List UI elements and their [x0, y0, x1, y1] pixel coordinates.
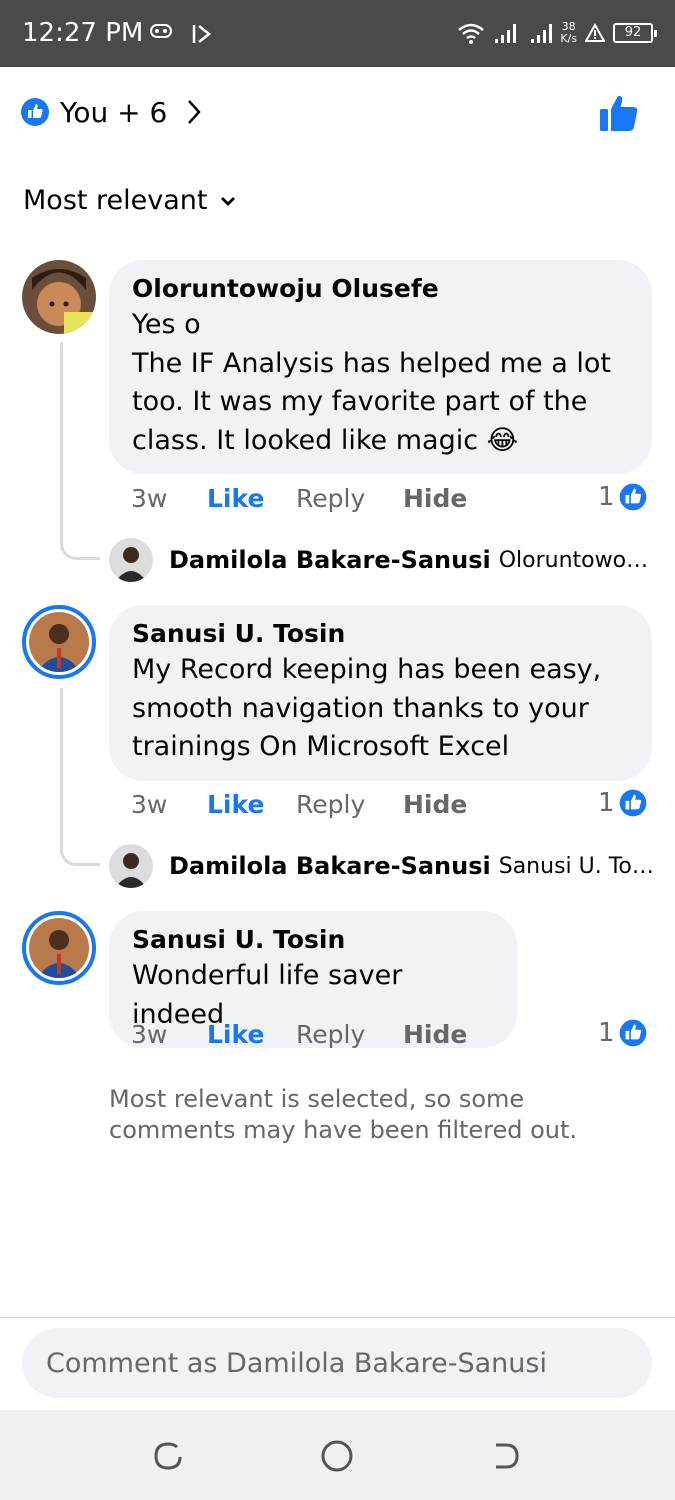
reactions-summary[interactable]: You + 6: [20, 92, 203, 132]
home-icon[interactable]: [319, 1438, 355, 1474]
avatar: [109, 844, 153, 888]
chevron-down-icon: [220, 196, 235, 206]
recent-apps-icon[interactable]: [150, 1438, 186, 1474]
battery-icon: 92: [613, 23, 657, 43]
divider: [0, 1317, 675, 1318]
comment-actions: 3w Like Reply Hide: [131, 786, 467, 822]
alert-icon: [585, 23, 605, 42]
sort-dropdown[interactable]: Most relevant: [23, 185, 236, 216]
reply-snippet: Sanusi U. Tosin...: [498, 853, 654, 879]
hide-button[interactable]: Hide: [403, 484, 467, 513]
comment-text: My Record keeping has been easy, smooth …: [132, 654, 602, 762]
comment-actions: 3w Like Reply Hide: [131, 480, 467, 516]
like-reaction-icon: [617, 1017, 649, 1049]
like-post-button[interactable]: [598, 92, 640, 134]
reply-button[interactable]: Reply: [296, 1020, 403, 1049]
like-reaction-icon: [617, 481, 649, 513]
comment-bubble[interactable]: Oloruntowoju Olusefe Yes o The IF Analys…: [109, 260, 652, 474]
like-reaction-icon: [21, 98, 49, 126]
sort-label: Most relevant: [23, 185, 208, 216]
gamepad-icon: [150, 24, 172, 38]
system-nav-bar: [0, 1410, 675, 1500]
reply-author: Damilola Bakare-Sanusi: [169, 546, 491, 574]
reply-button[interactable]: Reply: [296, 790, 403, 819]
thread-line: [60, 342, 100, 560]
reply-author: Damilola Bakare-Sanusi: [169, 852, 491, 880]
comment-actions: 3w Like Reply Hide: [131, 1016, 467, 1052]
media-arrow-icon: [192, 25, 212, 43]
hide-button[interactable]: Hide: [403, 1020, 467, 1049]
reply-snippet: Oloruntowoju Ol...: [498, 547, 654, 573]
signal-icon: [495, 24, 517, 43]
comment-time[interactable]: 3w: [131, 790, 207, 819]
like-button[interactable]: Like: [207, 484, 296, 513]
reply-preview[interactable]: Damilola Bakare-Sanusi Oloruntowoju Ol..…: [109, 537, 654, 583]
filter-note: Most relevant is selected, so some comme…: [109, 1085, 578, 1144]
status-bar: 12:27 PM 38 K/s 92: [0, 0, 675, 67]
like-reaction-icon: [617, 787, 649, 819]
status-time: 12:27 PM: [22, 18, 144, 48]
reply-button[interactable]: Reply: [296, 484, 403, 513]
avatar: [109, 538, 153, 582]
avatar[interactable]: [22, 260, 96, 334]
comment-text: Yes o The IF Analysis has helped me a lo…: [132, 309, 611, 456]
avatar[interactable]: [22, 605, 96, 679]
comment-author[interactable]: Sanusi U. Tosin: [132, 617, 630, 651]
comment-time[interactable]: 3w: [131, 484, 207, 513]
thread-line: [60, 688, 100, 866]
like-button[interactable]: Like: [207, 1020, 296, 1049]
avatar[interactable]: [22, 911, 96, 985]
like-button[interactable]: Like: [207, 790, 296, 819]
reaction-count[interactable]: 1: [598, 1015, 649, 1051]
reaction-count[interactable]: 1: [598, 785, 649, 821]
reactions-count: You + 6: [60, 95, 168, 129]
comment-author[interactable]: Oloruntowoju Olusefe: [132, 272, 630, 306]
comment-bubble[interactable]: Sanusi U. Tosin My Record keeping has be…: [109, 605, 652, 781]
net-speed: 38 K/s: [560, 20, 577, 45]
hide-button[interactable]: Hide: [403, 790, 467, 819]
chevron-right-icon: [188, 100, 202, 124]
signal-icon: [531, 24, 553, 43]
back-icon[interactable]: [488, 1438, 524, 1474]
wifi-icon: [458, 23, 485, 44]
comment-author[interactable]: Sanusi U. Tosin: [132, 923, 495, 957]
comment-input[interactable]: Comment as Damilola Bakare-Sanusi: [22, 1328, 652, 1398]
reply-preview[interactable]: Damilola Bakare-Sanusi Sanusi U. Tosin..…: [109, 843, 654, 889]
comment-time[interactable]: 3w: [131, 1020, 207, 1049]
reaction-count[interactable]: 1: [598, 479, 649, 515]
